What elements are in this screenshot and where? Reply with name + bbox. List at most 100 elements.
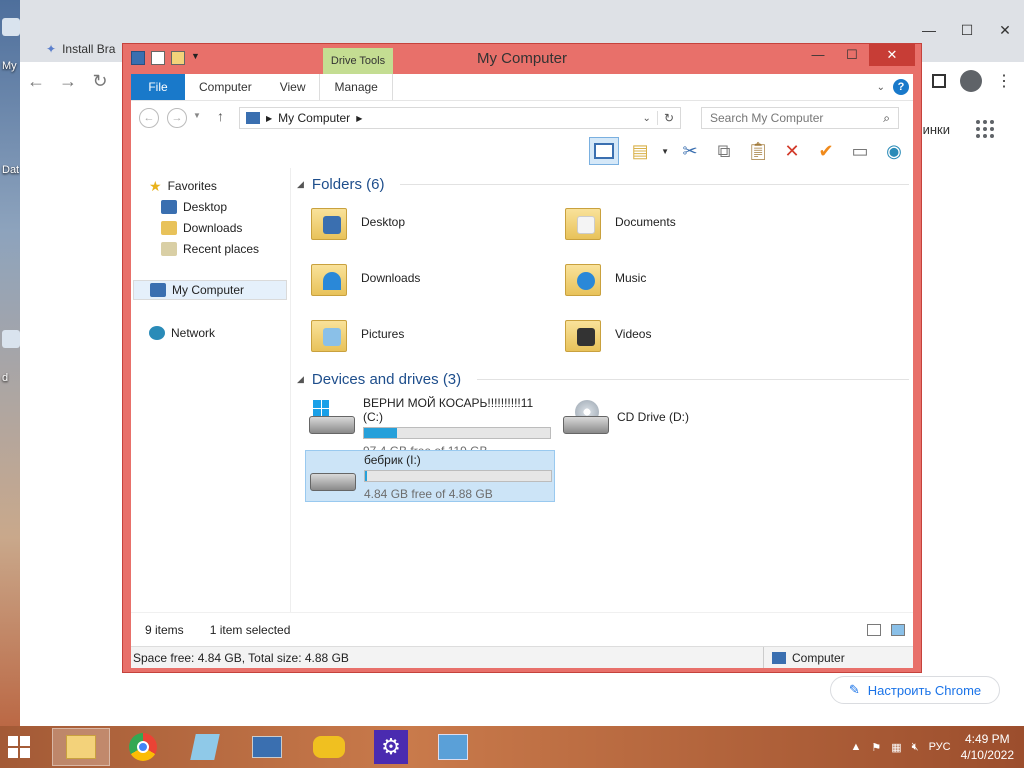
nav-network[interactable]: Network: [149, 323, 215, 343]
paste-icon[interactable]: 📋︎: [745, 138, 771, 164]
folder-tile[interactable]: Documents: [563, 202, 676, 242]
close-icon[interactable]: ✕: [986, 22, 1024, 39]
folder-tile[interactable]: Pictures: [309, 314, 404, 354]
tab-computer[interactable]: Computer: [185, 74, 266, 100]
network-status-icon[interactable]: ▦: [891, 741, 901, 754]
apps-grid-icon[interactable]: [976, 120, 994, 138]
drive-name: бебрик (I:): [364, 453, 421, 467]
folder-tile[interactable]: Desktop: [309, 202, 405, 242]
cut-icon[interactable]: ✂: [677, 138, 703, 164]
search-input[interactable]: Search My Computer ⌕: [701, 107, 899, 129]
flag-icon[interactable]: ⚑: [871, 741, 881, 754]
chrome-taskbar-icon[interactable]: [114, 728, 172, 766]
camel-taskbar-icon[interactable]: [300, 728, 358, 766]
nav-recent-places[interactable]: Recent places: [161, 239, 259, 259]
tab-file[interactable]: File: [131, 74, 185, 100]
settings-taskbar-icon[interactable]: ⚙: [362, 728, 420, 766]
back-icon[interactable]: ←: [139, 108, 159, 128]
nav-my-computer[interactable]: My Computer: [133, 280, 287, 300]
drive-usage-fill: [365, 471, 367, 481]
volume-icon[interactable]: 🔇︎: [912, 741, 919, 754]
nav-favorites[interactable]: ★ Favorites: [149, 176, 217, 196]
folder-options-icon[interactable]: ▤: [627, 138, 653, 164]
drive-tile-c[interactable]: ВЕРНИ МОЙ КОСАРЬ!!!!!!!!!!11 (C:) 97.4 G…: [305, 394, 555, 458]
folder-tile[interactable]: Music: [563, 258, 646, 298]
breadcrumb[interactable]: My Computer: [278, 111, 350, 125]
chrome-tab[interactable]: ✦ Install Bra: [46, 36, 115, 62]
ribbon-help-area: ⌄ ?: [877, 79, 913, 95]
details-bar: Space free: 4.84 GB, Total size: 4.88 GB…: [131, 646, 913, 668]
customize-chrome-button[interactable]: ✎ Настроить Chrome: [830, 676, 1000, 704]
title-bar[interactable]: ▼ Drive Tools My Computer — ☐ ✕: [123, 44, 921, 74]
rename-icon[interactable]: ▭: [847, 138, 873, 164]
large-icons-view-icon[interactable]: [891, 623, 905, 636]
desktop-icon[interactable]: [2, 330, 20, 348]
address-bar[interactable]: ▶ My Computer ▶ ⌄ ↻: [239, 107, 681, 129]
profile-avatar[interactable]: [960, 70, 982, 92]
minimize-icon[interactable]: —: [801, 44, 835, 66]
clock[interactable]: 4:49 PM 4/10/2022: [961, 731, 1014, 763]
keyboard-taskbar-icon[interactable]: [238, 728, 296, 766]
collapse-icon[interactable]: ◢: [297, 374, 304, 385]
maximize-icon[interactable]: ☐: [948, 22, 986, 39]
desktop-icon-label: d: [2, 372, 9, 384]
back-icon[interactable]: ←: [20, 71, 52, 92]
language-indicator[interactable]: РУС: [929, 741, 951, 753]
nav-label: Network: [171, 326, 216, 340]
refresh-icon[interactable]: ↻: [656, 111, 680, 125]
sidepanel-icon[interactable]: [932, 74, 946, 88]
nav-label: Downloads: [183, 221, 243, 235]
folder-tile[interactable]: Videos: [563, 314, 651, 354]
up-icon[interactable]: ↑: [217, 108, 224, 124]
group-title: Devices and drives (3): [311, 371, 462, 388]
divider: [477, 379, 909, 380]
show-hidden-icons-icon[interactable]: ▲: [850, 741, 861, 753]
menu-icon[interactable]: ⋮: [996, 71, 1012, 91]
explorer-content: ★ Favorites Desktop Downloads Recent pla…: [131, 168, 913, 612]
desktop-icon[interactable]: [2, 18, 20, 36]
dropdown-icon[interactable]: ▼: [661, 147, 669, 156]
computer-icon: [150, 283, 166, 297]
copy-icon[interactable]: ⧉: [711, 138, 737, 164]
details-view-icon[interactable]: [867, 623, 881, 636]
minimize-icon[interactable]: —: [910, 22, 948, 39]
nav-desktop[interactable]: Desktop: [161, 197, 227, 217]
address-row: ← → ▼ ↑ ▶ My Computer ▶ ⌄ ↻ Search My Co…: [131, 100, 913, 134]
drive-tile-i[interactable]: бебрик (I:) 4.84 GB free of 4.88 GB: [305, 450, 555, 502]
search-icon: ⌕: [883, 110, 890, 125]
forward-icon[interactable]: →: [52, 71, 84, 92]
collapse-icon[interactable]: ◢: [297, 179, 304, 190]
forward-icon[interactable]: →: [167, 108, 187, 128]
checkmark-icon[interactable]: ✔: [813, 138, 839, 164]
explorer-taskbar-icon[interactable]: [52, 728, 110, 766]
folder-label: Desktop: [361, 215, 406, 229]
reload-icon[interactable]: ↻: [84, 71, 116, 92]
close-icon[interactable]: ✕: [869, 44, 915, 66]
recent-locations-icon[interactable]: ▼: [193, 111, 201, 120]
drive-name: CD Drive (D:): [617, 410, 689, 424]
control-panel-taskbar-icon[interactable]: [424, 728, 482, 766]
tab-title: Install Bra: [62, 42, 116, 56]
space-info: Space free: 4.84 GB, Total size: 4.88 GB: [133, 650, 349, 665]
folders-group-header[interactable]: ◢ Folders (6): [297, 176, 909, 193]
nav-downloads[interactable]: Downloads: [161, 218, 242, 238]
windows-start-icon[interactable]: [8, 736, 30, 758]
chrome-toolbar-right: ⋮: [932, 62, 1024, 100]
maximize-icon[interactable]: ☐: [835, 44, 869, 66]
expand-ribbon-icon[interactable]: ⌄: [877, 82, 885, 93]
folder-tile[interactable]: Downloads: [309, 258, 420, 298]
drive-tile-d[interactable]: CD Drive (D:): [559, 394, 809, 446]
tab-view[interactable]: View: [266, 74, 320, 100]
cd-drive-icon: [561, 400, 609, 440]
preview-pane-icon[interactable]: [589, 137, 620, 165]
apps-link[interactable]: инки: [923, 122, 950, 137]
tab-manage[interactable]: Manage: [319, 74, 393, 100]
devices-group-header[interactable]: ◢ Devices and drives (3): [297, 371, 909, 388]
nav-label: Favorites: [167, 179, 217, 193]
help-icon[interactable]: ?: [893, 79, 909, 95]
delete-icon[interactable]: ✕: [779, 138, 805, 164]
address-dropdown-icon[interactable]: ⌄: [643, 113, 651, 124]
notepad-taskbar-icon[interactable]: [176, 728, 234, 766]
globe-icon[interactable]: ◉: [881, 138, 907, 164]
nav-label: My Computer: [172, 283, 245, 297]
